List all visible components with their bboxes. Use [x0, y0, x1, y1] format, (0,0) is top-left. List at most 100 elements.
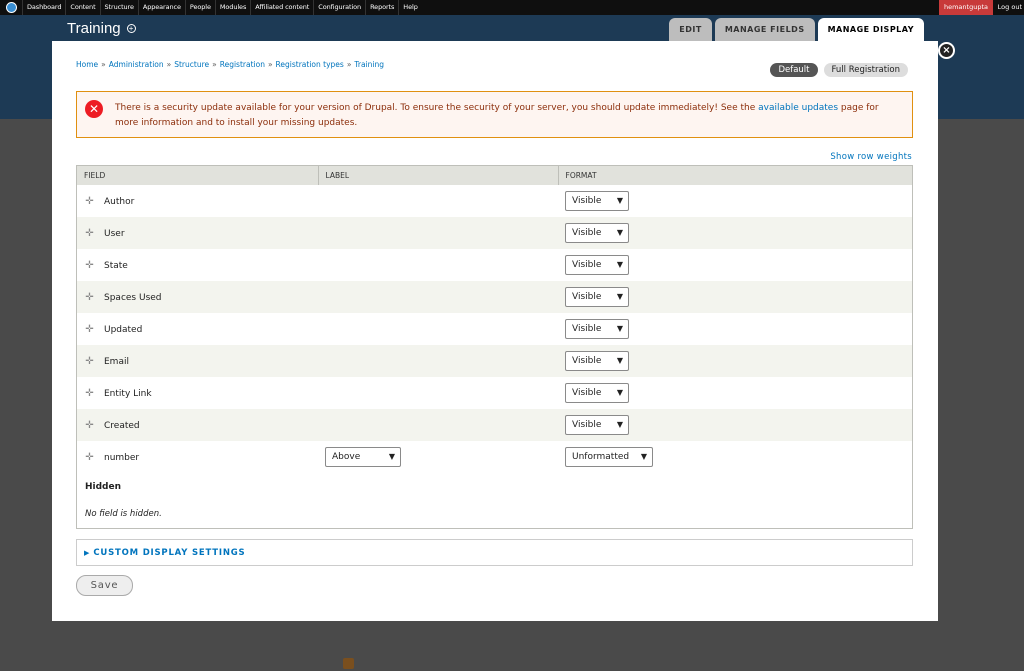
field-name: Email — [104, 356, 129, 367]
view-mode-full-registration[interactable]: Full Registration — [823, 63, 908, 77]
column-header-field: Field — [77, 166, 319, 185]
dropdown-arrow-icon: ▼ — [616, 356, 623, 365]
message-text-before: There is a security update available for… — [115, 103, 759, 113]
table-row: ✛ number Above ▼ Unformatted ▼ — [77, 441, 912, 473]
field-label-cell — [318, 345, 558, 377]
drag-handle-icon[interactable]: ✛ — [84, 260, 95, 271]
dropdown-arrow-icon: ▼ — [616, 196, 623, 205]
breadcrumb-administration[interactable]: Administration — [109, 60, 164, 69]
field-label-cell: Above ▼ — [318, 441, 558, 473]
toolbar-item-content[interactable]: Content — [65, 0, 99, 15]
breadcrumb-structure[interactable]: Structure — [174, 60, 209, 69]
format-select-value: Visible — [572, 356, 602, 366]
dropdown-arrow-icon: ▼ — [616, 228, 623, 237]
field-name-cell: ✛ Entity Link — [77, 377, 318, 409]
drag-handle-icon[interactable]: ✛ — [84, 228, 95, 239]
field-label-cell — [318, 249, 558, 281]
drag-handle-icon[interactable]: ✛ — [84, 356, 95, 367]
breadcrumb-registration-types[interactable]: Registration types — [276, 60, 344, 69]
drag-handle-icon[interactable]: ✛ — [84, 388, 95, 399]
close-icon[interactable]: × — [938, 42, 955, 59]
hidden-region-heading: Hidden — [85, 482, 122, 492]
dropdown-arrow-icon: ▼ — [388, 452, 395, 461]
breadcrumb-registration[interactable]: Registration — [220, 60, 265, 69]
field-label-cell — [318, 217, 558, 249]
toolbar-item-reports[interactable]: Reports — [365, 0, 398, 15]
format-select[interactable]: Visible ▼ — [565, 319, 629, 339]
user-account-link[interactable]: hemantgupta — [938, 0, 993, 15]
toolbar-item-appearance[interactable]: Appearance — [137, 0, 185, 15]
dropdown-arrow-icon: ▼ — [616, 292, 623, 301]
format-select[interactable]: Visible ▼ — [565, 255, 629, 275]
available-updates-link[interactable]: available updates — [758, 103, 838, 113]
dropdown-arrow-icon: ▼ — [616, 388, 623, 397]
field-name: Spaces Used — [104, 292, 162, 303]
table-row: ✛ Updated Visible ▼ — [77, 313, 912, 345]
table-row: ✛ Entity Link Visible ▼ — [77, 377, 912, 409]
table-row: ✛ Email Visible ▼ — [77, 345, 912, 377]
toolbar-item-structure[interactable]: Structure — [99, 0, 138, 15]
table-row: ✛ User Visible ▼ — [77, 217, 912, 249]
breadcrumb-home[interactable]: Home — [76, 60, 98, 69]
field-name-cell: ✛ Author — [77, 185, 318, 217]
field-name: State — [104, 260, 128, 271]
tab-manage-display[interactable]: Manage display — [817, 18, 924, 41]
overlay-title: Training + — [67, 20, 136, 37]
add-shortcut-icon[interactable]: + — [126, 24, 136, 33]
format-select[interactable]: Visible ▼ — [565, 383, 629, 403]
drag-handle-icon[interactable]: ✛ — [84, 324, 95, 335]
field-name-cell: ✛ Email — [77, 345, 318, 377]
logout-link[interactable]: Log out — [998, 0, 1022, 15]
drag-handle-icon[interactable]: ✛ — [84, 452, 95, 463]
breadcrumb: Home » Administration » Structure » Regi… — [76, 60, 384, 69]
column-header-format: Format — [558, 166, 912, 185]
format-select[interactable]: Visible ▼ — [565, 223, 629, 243]
format-select[interactable]: Visible ▼ — [565, 351, 629, 371]
toolbar-menu: Dashboard Content Structure Appearance P… — [22, 0, 422, 15]
field-label-cell — [318, 185, 558, 217]
error-icon: ✕ — [85, 100, 103, 118]
dropdown-arrow-icon: ▼ — [616, 420, 623, 429]
field-name-cell: ✛ number — [77, 441, 318, 473]
toolbar-item-configuration[interactable]: Configuration — [313, 0, 365, 15]
breadcrumb-training[interactable]: Training — [354, 60, 384, 69]
toolbar-item-help[interactable]: Help — [398, 0, 421, 15]
dropdown-arrow-icon: ▼ — [616, 324, 623, 333]
custom-display-settings-label[interactable]: Custom display settings — [93, 548, 245, 558]
label-select[interactable]: Above ▼ — [325, 447, 401, 467]
field-name: Entity Link — [104, 388, 152, 399]
label-select-value: Above — [332, 452, 361, 462]
toolbar-item-people[interactable]: People — [184, 0, 215, 15]
format-select-value: Visible — [572, 324, 602, 334]
collapse-triangle-icon: ▶ — [84, 548, 90, 557]
rss-icon[interactable] — [343, 658, 354, 669]
format-select[interactable]: Visible ▼ — [565, 191, 629, 211]
toolbar-item-dashboard[interactable]: Dashboard — [22, 0, 65, 15]
format-select[interactable]: Visible ▼ — [565, 287, 629, 307]
drag-handle-icon[interactable]: ✛ — [84, 420, 95, 431]
field-format-cell: Visible ▼ — [558, 185, 912, 217]
tab-manage-fields[interactable]: Manage fields — [714, 18, 815, 41]
admin-toolbar: Dashboard Content Structure Appearance P… — [0, 0, 1024, 15]
format-select-value: Visible — [572, 388, 602, 398]
format-select-value: Visible — [572, 196, 602, 206]
field-name-cell: ✛ Updated — [77, 313, 318, 345]
toolbar-item-modules[interactable]: Modules — [214, 0, 250, 15]
field-label-cell — [318, 313, 558, 345]
show-row-weights-link[interactable]: Show row weights — [830, 152, 912, 162]
custom-display-settings-fieldset[interactable]: ▶ Custom display settings — [76, 539, 913, 566]
toolbar-item-affiliated-content[interactable]: Affiliated content — [250, 0, 313, 15]
field-name: number — [104, 452, 140, 463]
view-mode-default[interactable]: Default — [770, 63, 818, 77]
save-button[interactable]: Save — [76, 575, 133, 596]
drag-handle-icon[interactable]: ✛ — [84, 292, 95, 303]
home-icon[interactable] — [0, 0, 22, 15]
format-select[interactable]: Visible ▼ — [565, 415, 629, 435]
field-name-cell: ✛ Spaces Used — [77, 281, 318, 313]
breadcrumb-separator: » — [346, 60, 352, 69]
tab-edit[interactable]: Edit — [669, 18, 712, 41]
format-select[interactable]: Unformatted ▼ — [565, 447, 653, 467]
field-name-cell: ✛ User — [77, 217, 318, 249]
drag-handle-icon[interactable]: ✛ — [84, 196, 95, 207]
field-format-cell: Visible ▼ — [558, 409, 912, 441]
